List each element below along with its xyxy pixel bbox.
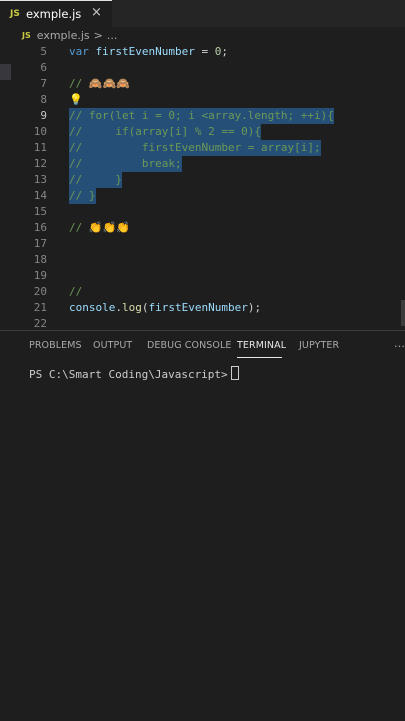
selected-comment: // for(let i = 0; i <array.length; ++i){ bbox=[69, 108, 334, 124]
line-number: 12 bbox=[33, 157, 47, 170]
line-number: 15 bbox=[33, 205, 47, 218]
code-line: 19 bbox=[0, 268, 405, 284]
javascript-file-icon: JS bbox=[22, 31, 31, 40]
comment: // bbox=[69, 221, 89, 234]
line-number: 20 bbox=[33, 285, 47, 298]
panel-tabs: PROBLEMS OUTPUT DEBUG CONSOLE TERMINAL J… bbox=[0, 331, 405, 359]
operator: = bbox=[194, 45, 215, 58]
selected-comment: // if(array[i] % 2 == 0){ bbox=[69, 124, 262, 140]
line-number: 10 bbox=[33, 125, 47, 138]
breadcrumb-file[interactable]: exmple.js bbox=[37, 29, 90, 42]
code-line: 5 var firstEvenNumber = 0; bbox=[0, 44, 405, 60]
code-line: 11 // firstEvenNumber = array[i]; bbox=[0, 140, 405, 156]
line-number: 9 bbox=[40, 109, 47, 122]
code-line: 18 bbox=[0, 252, 405, 268]
prompt-text: PS C:\Smart Coding\Javascript> bbox=[29, 368, 228, 381]
selected-comment: // } bbox=[69, 172, 122, 188]
code-line: 14 // } bbox=[0, 188, 405, 204]
line-number: 14 bbox=[33, 189, 47, 202]
line-number: 18 bbox=[33, 253, 47, 266]
selected-comment: // firstEvenNumber = array[i]; bbox=[69, 140, 321, 156]
bottom-panel: PROBLEMS OUTPUT DEBUG CONSOLE TERMINAL J… bbox=[0, 330, 405, 721]
code-line: 10 // if(array[i] % 2 == 0){ bbox=[0, 124, 405, 140]
line-number: 8 bbox=[40, 93, 47, 106]
close-icon[interactable]: × bbox=[91, 5, 102, 20]
tab-debug-console[interactable]: DEBUG CONSOLE bbox=[147, 340, 232, 351]
line-number: 13 bbox=[33, 173, 47, 186]
terminal-cursor bbox=[230, 366, 239, 380]
identifier: firstEvenNumber bbox=[95, 45, 195, 58]
code-line: 20 // bbox=[0, 284, 405, 300]
code-line: 17 bbox=[0, 236, 405, 252]
breadcrumb-separator: > bbox=[93, 29, 103, 42]
line-number: 16 bbox=[33, 221, 47, 234]
tab-output[interactable]: OUTPUT bbox=[93, 340, 132, 351]
code-line: 13 // } bbox=[0, 172, 405, 188]
editor-tab-bar: JS exmple.js × bbox=[0, 0, 405, 27]
code-line: 15 bbox=[0, 204, 405, 220]
line-number: 21 bbox=[33, 301, 47, 314]
lightbulb-icon[interactable]: 💡 bbox=[69, 92, 83, 108]
breadcrumb: JS exmple.js > ... bbox=[0, 27, 405, 44]
keyword-var: var bbox=[69, 45, 96, 58]
code-line: 6 bbox=[0, 60, 405, 76]
tab-terminal[interactable]: TERMINAL bbox=[237, 340, 286, 351]
active-tab-indicator bbox=[237, 357, 282, 358]
tab-jupyter[interactable]: JUPYTER bbox=[299, 340, 339, 351]
code-line: 21 console.log(firstEvenNumber); bbox=[0, 300, 405, 316]
line-number: 7 bbox=[40, 77, 47, 90]
code-line: 16 // 👏👏👏 bbox=[0, 220, 405, 236]
line-number: 5 bbox=[40, 45, 47, 58]
breadcrumb-more[interactable]: ... bbox=[107, 29, 118, 42]
code-line: 9 // for(let i = 0; i <array.length; ++i… bbox=[0, 108, 405, 124]
code-line: 8 💡 bbox=[0, 92, 405, 108]
semicolon: ; bbox=[221, 45, 228, 58]
terminal-prompt[interactable]: PS C:\Smart Coding\Javascript> bbox=[29, 366, 239, 381]
dot: . bbox=[115, 301, 122, 314]
line-number: 17 bbox=[33, 237, 47, 250]
see-no-evil-emoji: 🙈🙈🙈 bbox=[88, 77, 130, 90]
selected-comment: // break; bbox=[69, 156, 182, 172]
code-line: 12 // break; bbox=[0, 156, 405, 172]
line-number: 11 bbox=[33, 141, 47, 154]
more-icon[interactable]: … bbox=[394, 337, 405, 350]
comment: // bbox=[69, 77, 89, 90]
selected-comment: // } bbox=[69, 188, 96, 204]
code-line: 7 // 🙈🙈🙈 bbox=[0, 76, 405, 92]
code-editor[interactable]: 5 var firstEvenNumber = 0; 6 7 // 🙈🙈🙈 8 … bbox=[0, 44, 405, 332]
line-number: 19 bbox=[33, 269, 47, 282]
paren-close: ); bbox=[247, 301, 262, 314]
javascript-file-icon: JS bbox=[10, 9, 20, 19]
line-number: 6 bbox=[40, 61, 47, 74]
clapping-emoji: 👏👏👏 bbox=[88, 221, 130, 234]
console-object: console bbox=[69, 301, 116, 314]
tab-label: exmple.js bbox=[26, 7, 82, 21]
comment: // bbox=[69, 285, 83, 298]
identifier: firstEvenNumber bbox=[148, 301, 248, 314]
tab-exmple-js[interactable]: JS exmple.js × bbox=[0, 0, 112, 27]
tab-problems[interactable]: PROBLEMS bbox=[29, 340, 82, 351]
log-function: log bbox=[121, 301, 142, 314]
